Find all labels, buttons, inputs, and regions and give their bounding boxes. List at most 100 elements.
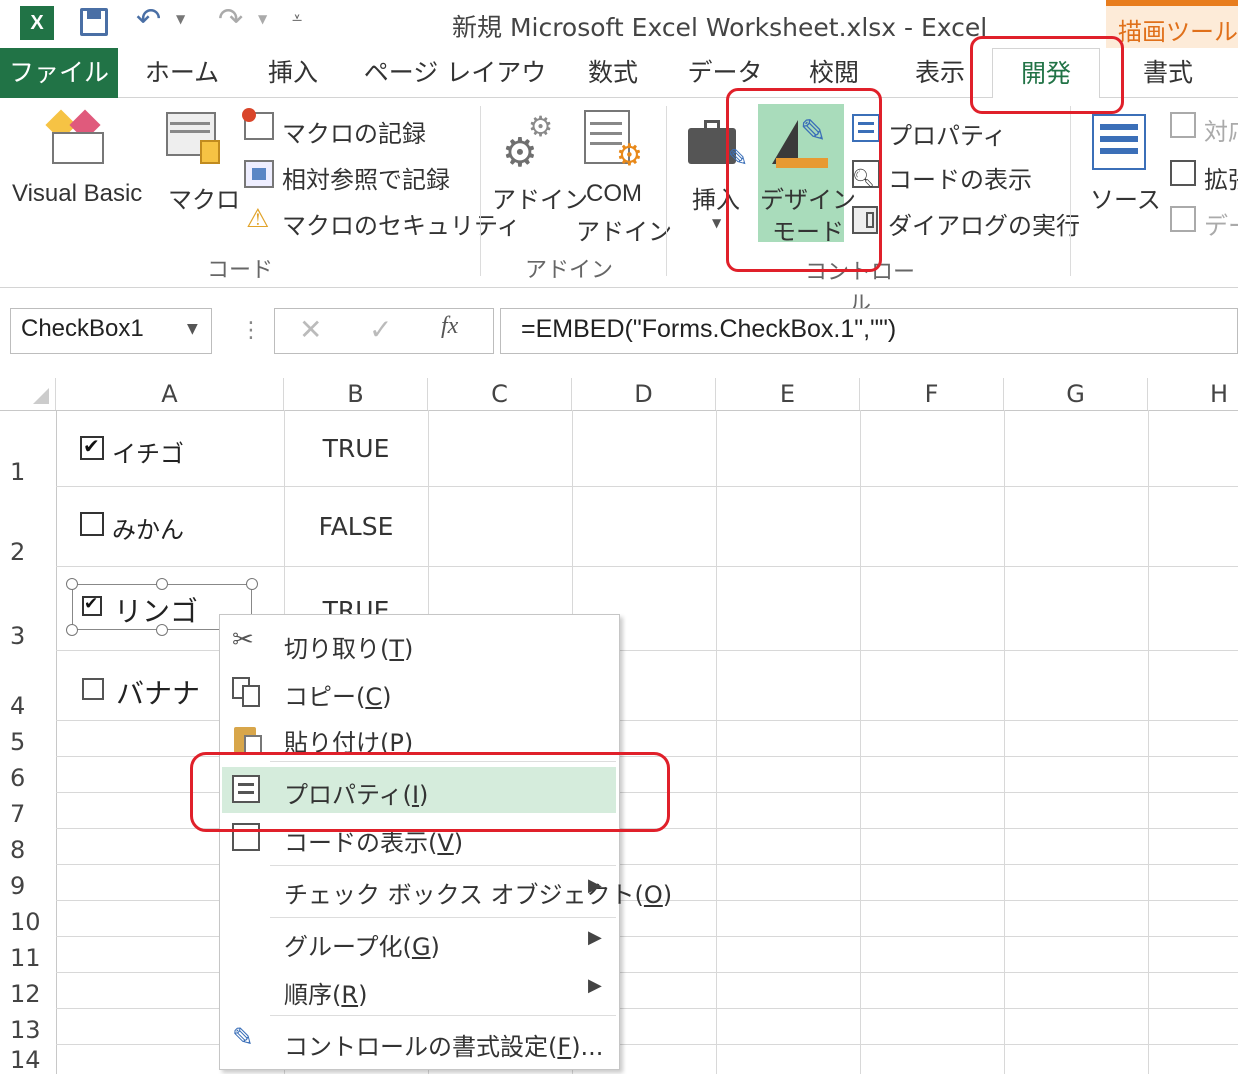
formula-text: =EMBED("Forms.CheckBox.1","") xyxy=(521,315,897,343)
column-header-c[interactable]: C xyxy=(428,378,572,410)
macro-button[interactable]: マクロ xyxy=(168,180,240,215)
format-control-icon: ✎ xyxy=(232,1023,254,1053)
record-macro-button[interactable]: マクロの記録 xyxy=(282,114,426,149)
checkbox-banana[interactable] xyxy=(82,678,104,700)
menu-item-format-control[interactable]: ✎ コントロールの書式設定(F)... xyxy=(220,1019,619,1065)
row-header-6[interactable]: 6 xyxy=(0,756,56,792)
menu-item-cut[interactable]: ✂ 切り取り(T) xyxy=(220,621,619,667)
tab-format[interactable]: 書式 xyxy=(1120,48,1216,98)
expansion-pack-icon xyxy=(1170,160,1196,186)
select-all-corner[interactable] xyxy=(0,378,56,410)
copy-icon xyxy=(232,677,264,709)
tab-home[interactable]: ホーム xyxy=(132,48,232,98)
context-menu: ✂ 切り取り(T) コピー(C) 貼り付け(P) プロパティ(I) コードの表示… xyxy=(219,614,672,1070)
insert-dropdown-icon[interactable]: ▼ xyxy=(712,216,721,230)
checkbox-ichigo-label[interactable]: イチゴ xyxy=(112,434,184,469)
gridline xyxy=(56,566,1238,567)
cancel-icon[interactable]: ✕ xyxy=(299,313,322,346)
undo-icon[interactable]: ↶ xyxy=(136,2,161,37)
window-title: 新規 Microsoft Excel Worksheet.xlsx - Exce… xyxy=(452,13,988,42)
row-header-11[interactable]: 11 xyxy=(0,936,56,972)
map-properties-button[interactable]: 対応 xyxy=(1204,112,1238,147)
row-header-9[interactable]: 9 xyxy=(0,864,56,900)
save-icon[interactable] xyxy=(80,8,108,36)
tab-formulas[interactable]: 数式 xyxy=(572,48,654,98)
gridline xyxy=(860,410,861,1074)
resize-handle[interactable] xyxy=(156,578,168,590)
menu-copy-key: C xyxy=(365,683,383,711)
column-header-a[interactable]: A xyxy=(56,378,284,410)
menu-item-order[interactable]: 順序(R) ▶ xyxy=(220,967,619,1013)
run-dialog-button[interactable]: ダイアログの実行 xyxy=(888,206,1080,241)
separator xyxy=(666,106,667,276)
tab-file[interactable]: ファイル xyxy=(0,48,118,98)
undo-dropdown-icon[interactable]: ▼ xyxy=(176,12,185,26)
checkbox-mikan[interactable] xyxy=(80,512,104,536)
menu-item-checkbox-object[interactable]: チェック ボックス オブジェクト(O) ▶ xyxy=(220,867,672,913)
source-button[interactable]: ソース xyxy=(1090,180,1161,215)
formula-input[interactable]: =EMBED("Forms.CheckBox.1","") xyxy=(500,308,1238,354)
column-header-d[interactable]: D xyxy=(572,378,716,410)
menu-separator xyxy=(270,865,616,866)
com-addin-button-line1[interactable]: COM xyxy=(586,180,642,208)
macro-icon xyxy=(166,112,222,168)
column-header-b[interactable]: B xyxy=(284,378,428,410)
customize-qat-icon[interactable]: ⩡ xyxy=(292,8,302,29)
menu-format-control-label: コントロールの書式設定( xyxy=(284,1033,558,1061)
column-header-e[interactable]: E xyxy=(716,378,860,410)
row-header-2[interactable]: 2 xyxy=(0,486,56,566)
map-properties-icon xyxy=(1170,112,1196,138)
resize-handle[interactable] xyxy=(66,624,78,636)
visual-basic-button[interactable]: Visual Basic xyxy=(12,180,142,208)
record-macro-icon xyxy=(242,108,274,140)
column-header-f[interactable]: F xyxy=(860,378,1004,410)
name-box[interactable]: CheckBox1 ▼ xyxy=(10,308,212,354)
row-header-8[interactable]: 8 xyxy=(0,828,56,864)
insert-function-icon[interactable]: fx xyxy=(441,313,458,340)
row-header-5[interactable]: 5 xyxy=(0,720,56,756)
cell-b1[interactable]: TRUE xyxy=(284,434,428,463)
expansion-pack-button[interactable]: 拡張 xyxy=(1204,160,1238,195)
row-header-14[interactable]: 14 xyxy=(0,1044,56,1074)
row-header-7[interactable]: 7 xyxy=(0,792,56,828)
row-header-4[interactable]: 4 xyxy=(0,650,56,720)
checkbox-ichigo[interactable]: ✔ xyxy=(80,434,104,460)
tab-insert[interactable]: 挿入 xyxy=(250,48,336,98)
redo-icon[interactable]: ↷ xyxy=(218,2,243,37)
addin-button[interactable]: アドイン xyxy=(492,180,588,215)
column-header-g[interactable]: G xyxy=(1004,378,1148,410)
checkbox-ringo[interactable]: ✔ xyxy=(82,594,102,616)
com-addin-button-line2[interactable]: アドイン xyxy=(576,212,672,247)
properties-button[interactable]: プロパティ xyxy=(888,116,1007,151)
redo-dropdown-icon[interactable]: ▼ xyxy=(258,12,267,26)
menu-group-key: G xyxy=(411,933,431,961)
relative-reference-button[interactable]: 相対参照で記録 xyxy=(282,160,450,195)
resize-handle[interactable] xyxy=(66,578,78,590)
checkbox-mikan-label[interactable]: みかん xyxy=(112,510,184,545)
macro-security-button[interactable]: マクロのセキュリティ xyxy=(282,206,521,241)
addin-gear-icon: ⚙ ⚙ xyxy=(502,110,554,176)
view-code-button[interactable]: コードの表示 xyxy=(888,160,1032,195)
excel-logo-icon[interactable]: X xyxy=(20,6,54,40)
row-header-10[interactable]: 10 xyxy=(0,900,56,936)
row-header-12[interactable]: 12 xyxy=(0,972,56,1008)
row-header-1[interactable]: 1 xyxy=(0,410,56,486)
tab-page-layout[interactable]: ページ レイアウト xyxy=(360,48,550,137)
formula-bar-grip-icon: ⋮ xyxy=(240,318,262,343)
code-group-label: コード xyxy=(206,258,273,283)
row-header-13[interactable]: 13 xyxy=(0,1008,56,1044)
checkbox-ringo-label[interactable]: リンゴ xyxy=(114,590,198,630)
column-header-h[interactable]: H xyxy=(1148,378,1238,410)
resize-handle[interactable] xyxy=(246,578,258,590)
header-bottom-border xyxy=(0,410,1238,411)
cell-b2[interactable]: FALSE xyxy=(284,512,428,541)
refresh-data-button[interactable]: デー xyxy=(1204,206,1238,241)
enter-icon[interactable]: ✓ xyxy=(369,313,392,346)
menu-item-group[interactable]: グループ化(G) ▶ xyxy=(220,919,619,965)
menu-item-copy[interactable]: コピー(C) xyxy=(220,669,619,715)
com-addin-icon: ⚙ xyxy=(584,110,644,173)
row-header-3[interactable]: 3 xyxy=(0,566,56,650)
name-box-dropdown-icon[interactable]: ▼ xyxy=(187,321,198,337)
menu-copy-label: コピー( xyxy=(284,683,366,711)
checkbox-banana-label[interactable]: バナナ xyxy=(116,672,200,712)
